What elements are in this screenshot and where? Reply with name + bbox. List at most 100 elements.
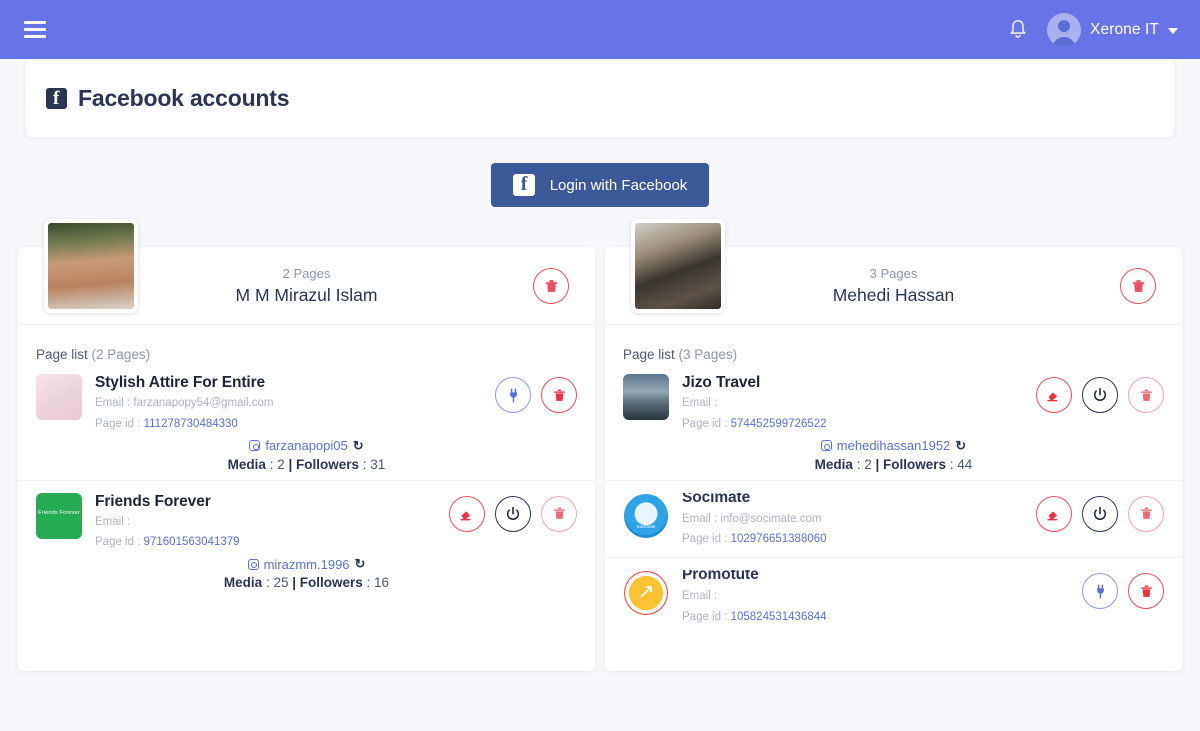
page-row: Friends Forever Email : Page id : 971601…	[18, 479, 595, 599]
instagram-handle: mirazmm.1996	[263, 556, 350, 572]
power-icon	[1093, 387, 1107, 401]
followers-label: Followers	[296, 456, 360, 472]
page-row: Stylish Attire For Entire Email : farzan…	[18, 362, 595, 480]
connect-plug-button[interactable]	[1082, 573, 1118, 610]
refresh-icon[interactable]: ↻	[355, 556, 366, 572]
page-id-line: Page id : 574452599726522	[682, 416, 1023, 434]
page-title: Facebook accounts	[78, 84, 290, 111]
page-row: Jizo Travel Email : Page id : 5744525997…	[605, 362, 1182, 480]
page-list-text: Page list	[623, 347, 675, 362]
facebook-icon	[512, 173, 535, 196]
delete-account-button[interactable]	[533, 268, 569, 304]
page-id-label: Page id :	[682, 611, 731, 624]
page-thumbnail	[36, 492, 82, 539]
page-list-label: Page list (2 Pages)	[18, 325, 595, 362]
user-menu[interactable]: Xerone IT	[1047, 12, 1178, 47]
page-id-value: 971601563041379	[143, 536, 240, 549]
connect-plug-button[interactable]	[495, 377, 531, 413]
unplug-icon	[1047, 510, 1058, 520]
instagram-line[interactable]: mehedihassan1952 ↻	[623, 438, 1164, 454]
refresh-icon[interactable]: ↻	[955, 438, 966, 454]
page-header-card: Facebook accounts	[26, 59, 1174, 137]
delete-page-button[interactable]	[541, 377, 577, 413]
page-stats: mirazmm.1996 ↻ Media : 25 | Followers : …	[36, 556, 577, 590]
avatar	[1047, 12, 1082, 47]
instagram-icon	[247, 558, 259, 570]
facebook-icon	[46, 87, 67, 109]
bell-icon[interactable]	[1007, 18, 1029, 42]
instagram-icon	[820, 440, 832, 452]
page-id-line: Page id : 105824531436844	[682, 609, 1069, 627]
delete-page-button[interactable]	[541, 495, 577, 532]
power-toggle-button[interactable]	[495, 495, 531, 532]
trash-icon	[1140, 389, 1152, 401]
page-row: Promotute Email : Page id : 105824531436…	[605, 557, 1182, 635]
disconnect-button[interactable]	[1036, 495, 1072, 532]
media-label: Media	[223, 575, 263, 591]
plug-icon	[1096, 584, 1104, 599]
page-stats: farzanapopi05 ↻ Media : 2 | Followers : …	[36, 438, 577, 472]
instagram-line[interactable]: farzanapopi05 ↻	[36, 438, 577, 454]
plug-icon	[509, 388, 517, 402]
account-profile-photo	[631, 219, 725, 313]
accounts-grid: 2 Pages M M Mirazul Islam Page list (2 P…	[18, 219, 1182, 671]
page-title-row: Facebook accounts	[46, 84, 290, 112]
unplug-icon	[1047, 392, 1058, 402]
page-id-label: Page id :	[682, 533, 731, 546]
refresh-icon[interactable]: ↻	[353, 438, 364, 454]
followers-label: Followers	[883, 456, 947, 472]
instagram-handle: mehedihassan1952	[836, 438, 951, 454]
trash-icon	[1140, 585, 1152, 597]
trash-icon	[1140, 507, 1152, 519]
page-id-value: 111278730484330	[143, 417, 238, 430]
followers-label: Followers	[299, 575, 363, 591]
instagram-line[interactable]: mirazmm.1996 ↻	[36, 556, 577, 572]
disconnect-button[interactable]	[1036, 377, 1072, 413]
login-button-label: Login with Facebook	[549, 176, 688, 194]
media-value: 25	[273, 575, 289, 591]
page-id-label: Page id :	[682, 417, 731, 430]
page-thumbnail	[623, 374, 669, 420]
page-list-count: (2 Pages)	[91, 347, 151, 362]
page-id-value: 105824531436844	[730, 611, 827, 624]
page-id-label: Page id :	[95, 417, 144, 430]
page-row: Socimate Email : info@socimate.com Page …	[605, 479, 1182, 558]
page-stats: mehedihassan1952 ↻ Media : 2 | Followers…	[623, 438, 1164, 472]
page-list-label: Page list (3 Pages)	[605, 325, 1182, 362]
delete-page-button[interactable]	[1128, 377, 1164, 413]
power-icon	[1093, 506, 1107, 520]
account-card-header: 3 Pages Mehedi Hassan	[605, 219, 1182, 325]
delete-account-button[interactable]	[1120, 268, 1156, 304]
page-email: Email :	[682, 397, 718, 409]
page-thumbnail	[36, 374, 82, 420]
page-actions	[1036, 374, 1164, 413]
delete-page-button[interactable]	[1128, 573, 1164, 610]
hamburger-menu-icon[interactable]	[24, 21, 46, 38]
account-card: 2 Pages M M Mirazul Islam Page list (2 P…	[18, 219, 595, 671]
trash-icon	[553, 507, 565, 519]
page-actions	[1036, 493, 1164, 532]
instagram-icon	[249, 440, 261, 452]
media-value: 2	[277, 456, 285, 472]
disconnect-button[interactable]	[449, 495, 485, 532]
page-id-line: Page id : 971601563041379	[95, 534, 436, 552]
chevron-down-icon[interactable]	[1168, 27, 1178, 34]
media-label: Media	[227, 456, 266, 472]
power-toggle-button[interactable]	[1082, 377, 1118, 413]
page-list-count: (3 Pages)	[678, 347, 738, 362]
page-id-label: Page id :	[95, 536, 144, 549]
power-toggle-button[interactable]	[1082, 495, 1118, 532]
page-actions	[449, 493, 577, 532]
followers-value: 16	[374, 575, 390, 591]
page-actions	[495, 374, 577, 413]
power-icon	[506, 506, 520, 520]
page-name: Friends Forever	[95, 492, 211, 510]
delete-page-button[interactable]	[1128, 495, 1164, 532]
page-email: Email : farzanapopy54@gmail.com	[95, 397, 274, 409]
trash-icon	[553, 389, 565, 401]
top-navbar: Xerone IT	[0, 0, 1200, 59]
login-with-facebook-button[interactable]: Login with Facebook	[490, 163, 710, 207]
page-id-line: Page id : 111278730484330	[95, 416, 482, 434]
page-name: Stylish Attire For Entire	[95, 374, 266, 391]
page-counts: Media : 25 | Followers : 16	[223, 575, 390, 591]
